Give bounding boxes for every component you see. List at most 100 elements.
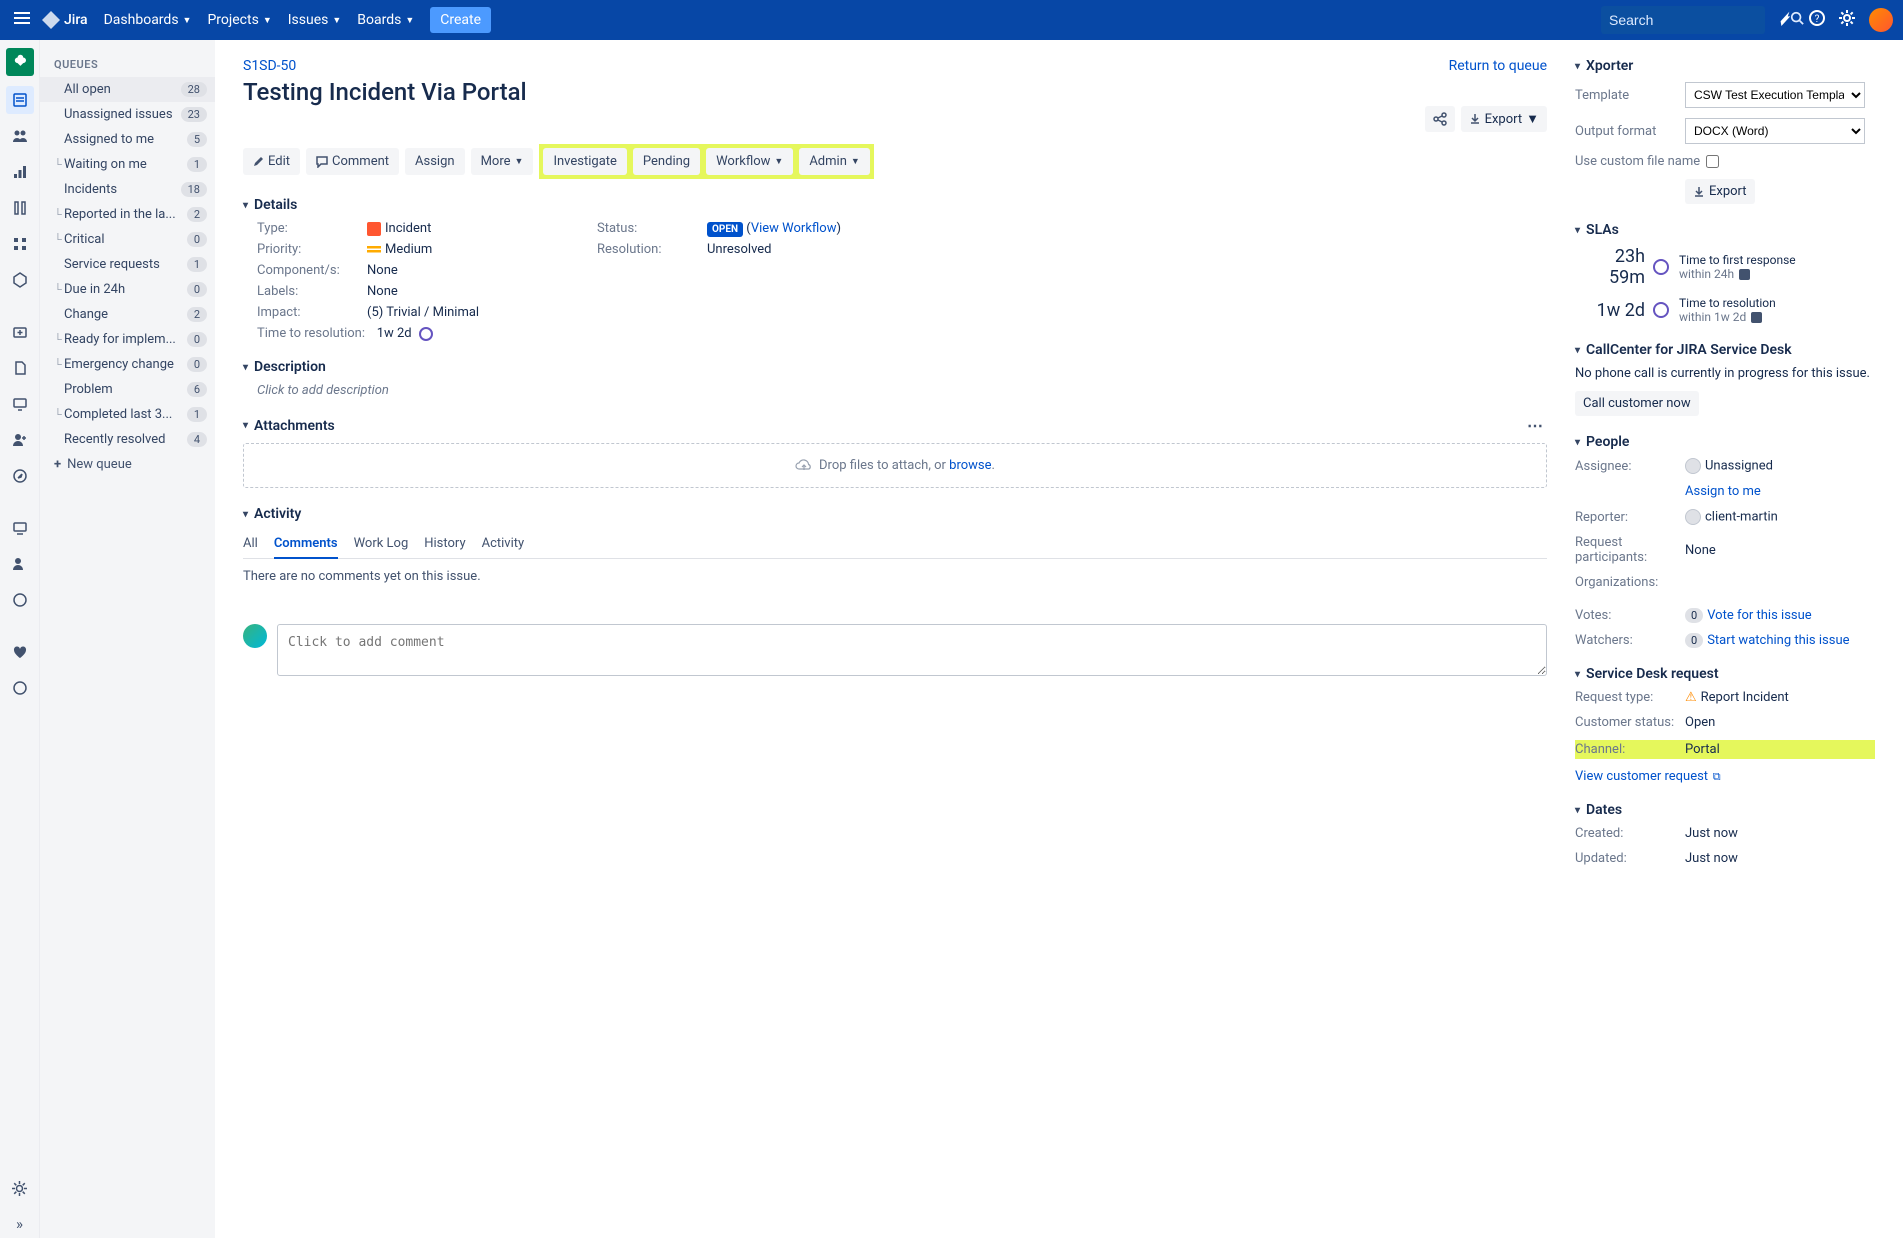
search-input[interactable] [1609,12,1790,28]
jira-logo[interactable]: Jira [42,11,88,29]
heart-icon[interactable] [6,638,34,666]
tab-comments[interactable]: Comments [274,530,338,559]
queue-item[interactable]: └Due in 24h0 [40,277,215,302]
attachments-more-icon[interactable]: ⋯ [1527,416,1547,435]
config-icon[interactable] [6,266,34,294]
comment-input[interactable] [277,624,1547,676]
view-customer-request-link[interactable]: View customer request ⧉ [1575,769,1721,784]
workflow-button[interactable]: Workflow ▼ [706,148,793,175]
add-shortcut-icon[interactable] [6,318,34,346]
queue-item[interactable]: Recently resolved4 [40,427,215,452]
type-value: Incident [367,221,597,236]
more-button[interactable]: More ▼ [471,148,534,175]
labels-value: None [367,284,597,299]
queue-item[interactable]: └Critical0 [40,227,215,252]
return-to-queue-link[interactable]: Return to queue [1449,58,1547,74]
comment-button[interactable]: Comment [306,148,399,175]
dates-toggle[interactable]: ▾Dates [1575,802,1875,818]
attachment-dropzone[interactable]: Drop files to attach, or browse. [243,443,1547,488]
compass3-icon[interactable] [6,674,34,702]
pending-button[interactable]: Pending [633,148,700,175]
compass-icon[interactable] [6,462,34,490]
gear-icon[interactable] [6,1174,34,1202]
user-add-icon[interactable] [6,426,34,454]
grid-icon[interactable] [6,230,34,258]
custom-filename-checkbox[interactable] [1706,155,1719,168]
xporter-toggle[interactable]: ▾Xporter [1575,58,1875,74]
tab-history[interactable]: History [424,530,465,558]
orgs-label: Organizations: [1575,575,1685,590]
queue-item[interactable]: └Waiting on me1 [40,152,215,177]
labels-label: Labels: [257,284,367,299]
call-customer-button[interactable]: Call customer now [1575,391,1699,416]
vote-link[interactable]: Vote for this issue [1707,608,1811,623]
compass2-icon[interactable] [6,586,34,614]
queue-item[interactable]: └Ready for implem...0 [40,327,215,352]
sdrequest-toggle[interactable]: ▾Service Desk request [1575,666,1875,682]
impact-label: Impact: [257,305,367,320]
reports-icon[interactable] [6,158,34,186]
queue-item[interactable]: └Emergency change0 [40,352,215,377]
queue-item[interactable]: └Completed last 3...1 [40,402,215,427]
user-icon[interactable] [6,550,34,578]
screen-icon[interactable] [6,390,34,418]
phone-icon[interactable] [6,194,34,222]
format-select[interactable]: DOCX (Word) [1685,118,1865,144]
nav-projects[interactable]: Projects▼ [207,12,271,28]
queue-item[interactable]: Service requests1 [40,252,215,277]
queue-item[interactable]: └Reported in the la...2 [40,202,215,227]
collapse-icon[interactable]: » [6,1210,34,1238]
page-icon[interactable] [6,354,34,382]
view-workflow-link[interactable]: View Workflow [751,221,837,236]
nav-dashboards[interactable]: Dashboards▼ [104,12,192,28]
queues-icon[interactable] [6,86,34,114]
monitor-icon[interactable] [6,514,34,542]
queue-item[interactable]: Assigned to me5 [40,127,215,152]
callcenter-toggle[interactable]: ▾CallCenter for JIRA Service Desk [1575,342,1875,358]
assign-to-me-link[interactable]: Assign to me [1685,484,1761,499]
customers-icon[interactable] [6,122,34,150]
people-toggle[interactable]: ▾People [1575,434,1875,450]
app-switcher-icon[interactable] [10,10,34,30]
queue-item[interactable]: Unassigned issues23 [40,102,215,127]
queue-item[interactable]: Problem6 [40,377,215,402]
project-icon[interactable] [6,48,34,76]
template-select[interactable]: CSW Test Execution Template Docx [1685,82,1865,108]
edit-button[interactable]: Edit [243,148,300,175]
details-section-toggle[interactable]: ▾Details [243,197,1547,213]
template-label: Template [1575,88,1685,103]
xporter-export-button[interactable]: Export [1685,179,1755,204]
admin-button[interactable]: Admin ▼ [799,148,869,175]
activity-section-toggle[interactable]: ▾Activity [243,506,1547,522]
search-box[interactable] [1601,6,1765,34]
queue-item[interactable]: Incidents18 [40,177,215,202]
queue-item[interactable]: Change2 [40,302,215,327]
reporter-value: client-martin [1685,509,1875,525]
help-icon[interactable]: ? [1809,10,1825,30]
browse-link[interactable]: browse [949,458,991,473]
tab-all[interactable]: All [243,530,258,558]
assign-button[interactable]: Assign [405,148,465,175]
user-avatar[interactable] [1869,8,1893,32]
export-button[interactable]: Export ▼ [1461,106,1547,132]
share-button[interactable] [1425,106,1455,132]
status-value: OPEN (View Workflow) [707,221,1547,236]
impact-value: (5) Trivial / Minimal [367,305,597,320]
watch-link[interactable]: Start watching this issue [1707,633,1849,648]
description-section-toggle[interactable]: ▾Description [243,359,1547,375]
slas-toggle[interactable]: ▾SLAs [1575,222,1875,238]
description-placeholder[interactable]: Click to add description [257,383,1547,398]
tab-work-log[interactable]: Work Log [354,530,409,558]
created-value: Just now [1685,826,1875,841]
new-queue-button[interactable]: +New queue [40,452,215,477]
settings-icon[interactable] [1839,10,1855,30]
attachments-section-toggle[interactable]: ▾Attachments⋯ [243,416,1547,435]
nav-issues[interactable]: Issues▼ [288,12,342,28]
issue-key-link[interactable]: S1SD-50 [243,58,296,74]
tab-activity[interactable]: Activity [482,530,525,558]
investigate-button[interactable]: Investigate [543,148,626,175]
queue-item[interactable]: All open28 [40,77,215,102]
create-button[interactable]: Create [430,7,491,33]
nav-boards[interactable]: Boards▼ [357,12,414,28]
notifications-icon[interactable] [1779,10,1795,30]
